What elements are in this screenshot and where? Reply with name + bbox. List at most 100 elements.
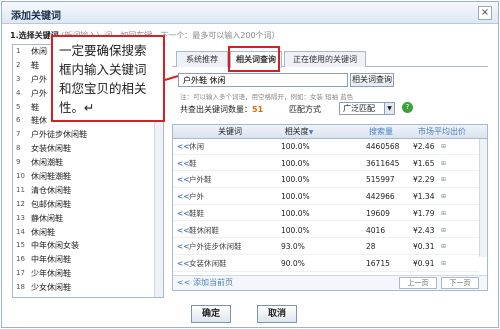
list-item-text: 少年休闲鞋: [31, 269, 71, 279]
col-keyword[interactable]: 关键词: [189, 125, 271, 138]
price-detail-icon[interactable]: ⊞: [441, 157, 446, 172]
tab-bar: 系统推荐 相关词查询 正在使用的关键词: [172, 51, 488, 68]
line-number: 2: [16, 60, 21, 69]
add-keyword-icon[interactable]: <<: [177, 207, 190, 222]
list-item: 11 清仓休闲鞋: [13, 184, 163, 198]
table-row: << 休闲 100.0% 4460568 ¥2.46 ⊞: [173, 140, 479, 155]
table-row: << 户外鞋 100.0% 515997 ¥2.29 ⊞: [173, 173, 479, 189]
price-detail-icon[interactable]: ⊞: [441, 257, 446, 272]
col-market-price[interactable]: 市场平均出价: [409, 125, 475, 138]
add-keyword-icon[interactable]: <<: [177, 240, 190, 255]
line-number: 17: [16, 269, 25, 278]
list-item: 14 休闲鞋: [13, 226, 163, 240]
cancel-button[interactable]: 取消: [257, 305, 297, 323]
match-type-value: 广泛匹配: [343, 104, 375, 113]
line-number: 8: [16, 144, 21, 153]
list-item-text: 清仓休闲鞋: [31, 185, 71, 195]
relevance-cell: 100.0%: [281, 225, 310, 235]
col-search-volume[interactable]: 搜索量: [361, 125, 401, 138]
list-item: 16 中年休闲鞋: [13, 253, 163, 267]
next-page-button[interactable]: 下一页: [441, 277, 479, 289]
keyword-cell: 鞋: [189, 158, 197, 168]
add-keyword-icon[interactable]: <<: [177, 224, 190, 239]
price-detail-icon[interactable]: ⊞: [441, 224, 446, 239]
relevance-cell: 93.0%: [281, 242, 305, 252]
col-relevance[interactable]: 相关度▼: [277, 125, 321, 139]
price-detail-icon[interactable]: ⊞: [441, 207, 446, 222]
dialog-titlebar: 添加关键词 ×: [2, 2, 498, 24]
relevance-cell: 100.0%: [281, 208, 310, 218]
table-scrollbar[interactable]: [479, 139, 487, 257]
list-item: 7 户外徒步休闲鞋: [13, 128, 163, 142]
callout-arrow: [164, 75, 179, 81]
list-item-text: 少女休闲鞋: [31, 283, 71, 293]
list-item: 13 静休闲鞋: [13, 212, 163, 226]
ok-button[interactable]: 确定: [191, 305, 231, 323]
list-item-text: 包邮休闲鞋: [31, 199, 71, 209]
tab-system-recommend[interactable]: 系统推荐: [176, 51, 228, 67]
search-volume-cell: 16715: [366, 258, 390, 268]
market-price-cell: ¥1.79: [413, 208, 435, 218]
add-keyword-icon[interactable]: <<: [177, 257, 190, 272]
table-row: << 户外 100.0% 442966 ¥1.34 ⊞: [173, 190, 479, 205]
annotation-callout: 一定要确保搜索框内输入关键词和您宝贝的相关性。↵: [51, 35, 165, 122]
add-keyword-icon[interactable]: <<: [177, 140, 190, 155]
list-item-text: 休闲潮鞋: [31, 158, 63, 168]
line-number: 15: [16, 241, 25, 250]
list-item-text: 女装休闲鞋: [31, 144, 71, 154]
match-type-label: 匹配方式: [289, 105, 321, 114]
table-row: << 鞋休闲鞋 100.0% 4016 ¥2.43 ⊞: [173, 224, 479, 239]
keyword-cell: 户外: [189, 192, 204, 202]
table-header: 关键词 相关度▼ 搜索量 市场平均出价: [173, 125, 487, 139]
search-volume-cell: 515997: [366, 175, 395, 185]
dialog-title: 添加关键词: [11, 11, 61, 22]
line-number: 1: [16, 47, 21, 55]
line-number: 3: [16, 74, 21, 83]
close-icon[interactable]: ×: [478, 6, 492, 20]
related-query-button[interactable]: 相关词查询: [350, 73, 394, 87]
table-footer: << 添加当前页 上一页 下一页: [173, 275, 487, 290]
keyword-cell: 户外徒步休闲鞋: [189, 242, 242, 252]
price-detail-icon[interactable]: ⊞: [441, 240, 446, 255]
line-number: 12: [16, 199, 25, 208]
price-detail-icon[interactable]: ⊞: [441, 140, 446, 155]
list-item-text: 中年休闲鞋: [31, 255, 71, 265]
list-item-text: 清仓户外鞋: [31, 297, 71, 298]
list-item: 15 中年休闲女装: [13, 239, 163, 253]
keyword-cell: 户外鞋: [189, 175, 212, 185]
list-item-text: 静休闲鞋: [31, 213, 63, 223]
line-number: 9: [16, 158, 21, 167]
keyword-search-input[interactable]: [178, 73, 348, 87]
tab-in-use-keywords[interactable]: 正在使用的关键词: [284, 51, 366, 67]
help-icon[interactable]: ?: [402, 102, 413, 113]
list-item: 19 清仓户外鞋: [13, 295, 163, 298]
add-keyword-dialog: 添加关键词 × 1.选择关键词 (新词输入）词，加回车键，下一个：最多可以输入2…: [1, 1, 499, 328]
line-number: 13: [16, 213, 25, 222]
keyword-cell: 鞋鞋: [189, 208, 204, 218]
market-price-cell: ¥0.91: [413, 258, 435, 268]
list-item: 8 女装休闲鞋: [13, 142, 163, 156]
col-relevance-label: 相关度: [284, 127, 309, 136]
add-keyword-icon[interactable]: <<: [177, 190, 190, 205]
search-volume-cell: 4460568: [366, 142, 400, 151]
add-keyword-icon[interactable]: <<: [177, 173, 190, 188]
add-keyword-icon[interactable]: <<: [177, 157, 190, 172]
prev-page-button[interactable]: 上一页: [399, 277, 437, 289]
list-item-text: 户外: [31, 74, 47, 84]
search-volume-cell: 4016: [366, 225, 386, 235]
result-count-value: 51: [252, 105, 264, 114]
match-type-select[interactable]: 广泛匹配 ▼: [339, 102, 395, 115]
result-count-label: 共查出关键词数量：: [180, 105, 252, 114]
list-item-text: 户外: [31, 88, 47, 98]
relevance-cell: 100.0%: [281, 142, 310, 151]
line-number: 16: [16, 255, 25, 264]
line-number: 6: [16, 116, 21, 125]
price-detail-icon[interactable]: ⊞: [441, 173, 446, 188]
relevance-cell: 100.0%: [281, 158, 310, 168]
relevance-cell: 100.0%: [281, 175, 310, 185]
line-number: 5: [16, 102, 21, 111]
add-current-page-link[interactable]: << 添加当前页: [177, 276, 233, 290]
search-volume-cell: 3611645: [366, 158, 400, 168]
list-item-text: 鞋: [31, 102, 39, 112]
price-detail-icon[interactable]: ⊞: [441, 190, 446, 205]
